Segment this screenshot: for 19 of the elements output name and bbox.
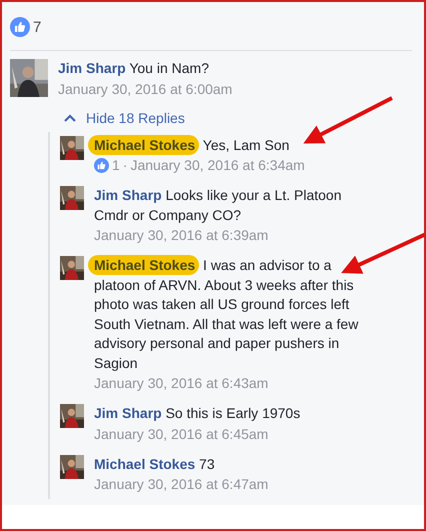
timestamp: January 30, 2016 at 6:47am xyxy=(94,475,268,494)
replies-toggle[interactable]: Hide 18 Replies xyxy=(58,110,185,126)
reply-text: Michael Stokes 73 xyxy=(94,454,216,474)
timestamp: January 30, 2016 at 6:45am xyxy=(94,424,268,444)
like-icon xyxy=(94,158,109,173)
author-highlight: Michael Stokes xyxy=(88,255,200,275)
comment-text: Jim Sharp You in Nam? xyxy=(58,59,210,78)
timestamp: January 30, 2016 at 6:43am xyxy=(94,374,268,393)
reply-text: Jim Sharp Looks like your a Lt. Platoon Cmdr or Company CO? xyxy=(94,186,342,225)
separator-dot: · xyxy=(122,156,128,175)
like-count: 1 xyxy=(112,156,120,175)
timestamp: January 30, 2016 at 6:39am xyxy=(94,226,268,245)
like-icon xyxy=(10,17,30,37)
author-highlight: Michael Stokes xyxy=(88,134,200,154)
timestamp: January 30, 2016 at 6:00am xyxy=(58,80,232,99)
like-count: 7 xyxy=(33,18,42,36)
reply-text: Jim Sharp So this is Early 1970s xyxy=(94,404,302,423)
timestamp: January 30, 2016 at 6:34am xyxy=(130,156,305,175)
caret-icon xyxy=(64,114,76,122)
